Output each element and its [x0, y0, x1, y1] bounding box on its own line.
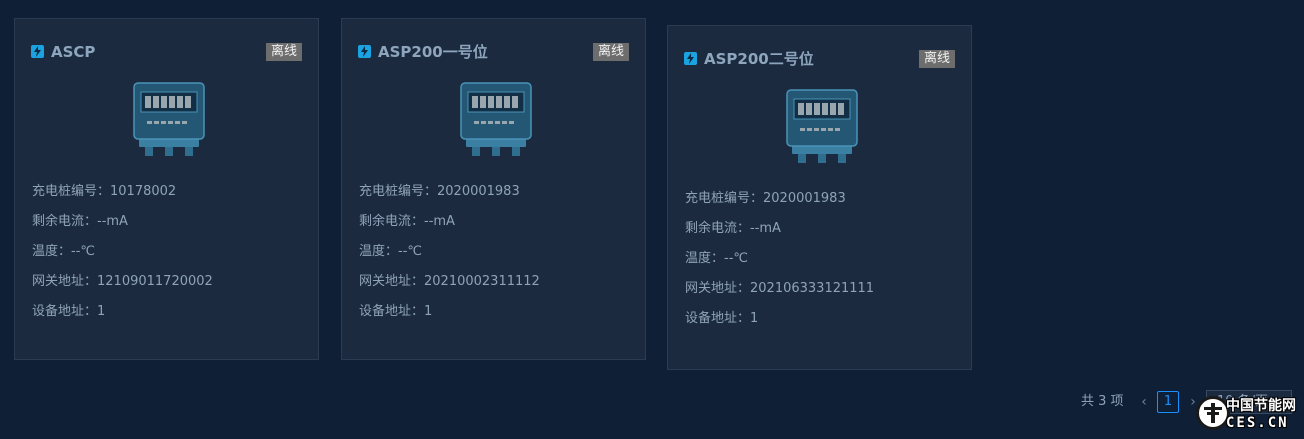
- card-header: ASCP 离线: [31, 41, 302, 63]
- field-gateway-address: 网关地址：20210002311112: [359, 274, 540, 289]
- field-pile-number: 充电桩编号：2020001983: [359, 184, 520, 199]
- lightning-icon: [358, 45, 371, 58]
- watermark-logo-icon: [1196, 396, 1230, 430]
- field-gateway-address: 网关地址：12109011720002: [32, 274, 213, 289]
- field-device-address: 设备地址：1: [685, 311, 759, 326]
- field-temperature: 温度：--℃: [32, 244, 95, 259]
- card-fields: 充电桩编号：2020001983 剩余电流：--mA 温度：--℃ 网关地址：2…: [685, 189, 874, 339]
- pagination-page-1[interactable]: 1: [1157, 391, 1179, 413]
- device-card[interactable]: ASP200二号位 离线 充电桩编号：2020001983 剩余电流：--mA …: [667, 25, 972, 370]
- status-badge: 离线: [265, 43, 302, 61]
- meter-device-icon: [786, 89, 858, 163]
- status-badge: 离线: [592, 43, 629, 61]
- card-fields: 充电桩编号：10178002 剩余电流：--mA 温度：--℃ 网关地址：121…: [32, 182, 213, 332]
- card-header: ASP200一号位 离线: [358, 41, 629, 63]
- field-residual-current: 剩余电流：--mA: [359, 214, 455, 229]
- card-title: ASCP: [51, 43, 96, 61]
- chevron-left-icon[interactable]: ‹: [1137, 392, 1151, 412]
- field-device-address: 设备地址：1: [32, 304, 106, 319]
- field-temperature: 温度：--℃: [359, 244, 422, 259]
- lightning-icon: [31, 45, 44, 58]
- field-residual-current: 剩余电流：--mA: [685, 221, 781, 236]
- device-card[interactable]: ASP200一号位 离线 充电桩编号：2020001983 剩余电流：--mA …: [341, 18, 646, 360]
- meter-device-icon: [133, 82, 205, 156]
- watermark-title: 中国节能网: [1226, 398, 1296, 414]
- field-residual-current: 剩余电流：--mA: [32, 214, 128, 229]
- status-badge: 离线: [918, 50, 955, 68]
- field-temperature: 温度：--℃: [685, 251, 748, 266]
- pagination-total: 共 3 项: [1081, 394, 1124, 409]
- watermark-subtitle: CES.CN: [1226, 415, 1289, 431]
- card-title: ASP200二号位: [704, 50, 814, 68]
- field-device-address: 设备地址：1: [359, 304, 433, 319]
- lightning-icon: [684, 52, 697, 65]
- watermark: 中国节能网 CES.CN: [1196, 394, 1304, 439]
- field-pile-number: 充电桩编号：2020001983: [685, 191, 846, 206]
- device-card[interactable]: ASCP 离线 充电桩编号：10178002 剩余电流：--mA 温度：--℃ …: [14, 18, 319, 360]
- field-gateway-address: 网关地址：202106333121111: [685, 281, 875, 296]
- field-pile-number: 充电桩编号：10178002: [32, 184, 177, 199]
- meter-device-icon: [460, 82, 532, 156]
- card-title: ASP200一号位: [378, 43, 488, 61]
- card-fields: 充电桩编号：2020001983 剩余电流：--mA 温度：--℃ 网关地址：2…: [359, 182, 540, 332]
- card-header: ASP200二号位 离线: [684, 48, 955, 70]
